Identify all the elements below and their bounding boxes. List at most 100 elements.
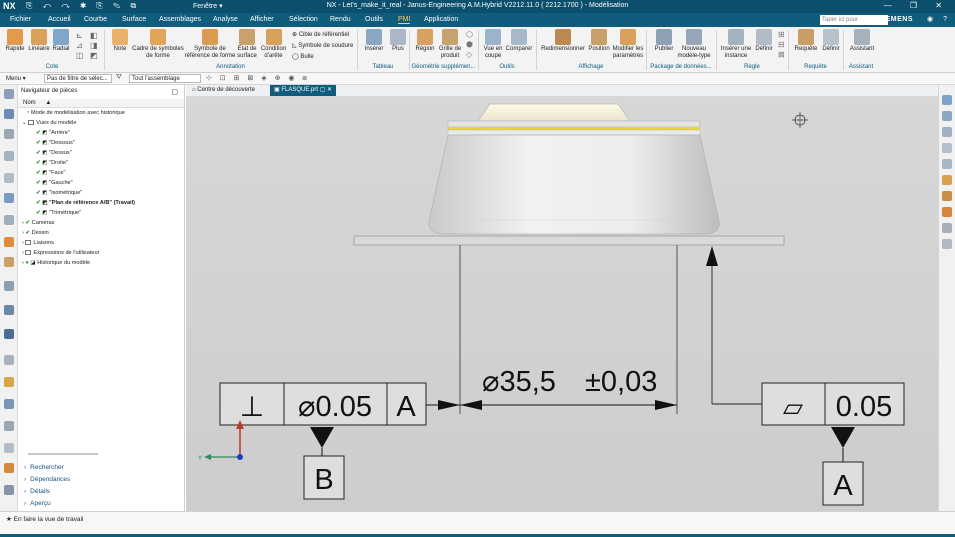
filter-icon[interactable]: ⛛	[116, 74, 125, 82]
tree-item-history[interactable]: › ● ◪ Historique du modèle	[22, 260, 90, 266]
balloon-button[interactable]: ◯ Bulle	[292, 53, 314, 60]
analysis-icon[interactable]	[4, 377, 14, 387]
position-button[interactable]: Position	[587, 29, 611, 53]
cote-small-icons[interactable]: ⊾ ⊿ ◫	[76, 31, 84, 61]
tab-flasque[interactable]: ▣ FLASQUE.prt ▢ ✕	[270, 85, 337, 96]
tab-selection[interactable]: Sélection	[289, 16, 318, 23]
new-template-button[interactable]: Nouveau modèle-type	[677, 29, 711, 60]
process-studio-icon[interactable]	[4, 257, 14, 267]
assembly-navigator-icon[interactable]	[4, 129, 14, 139]
tab-application[interactable]: Application	[424, 16, 458, 23]
menu-icon[interactable]	[4, 89, 14, 99]
define-query-button[interactable]: Définir	[820, 29, 842, 53]
datum-target-button[interactable]: ⊕ Cible de référentiel	[292, 31, 349, 38]
snap-toolbar-icons[interactable]: ⊹ ⊡ ⊞ ⊠ ◈ ⊕ ◉ ⧈	[206, 74, 310, 83]
edges-icon[interactable]	[942, 207, 952, 217]
column-header-nom[interactable]: Nom ▲	[18, 99, 184, 108]
diameter-dimension[interactable]: ⌀35,5 ±0,03	[459, 245, 678, 414]
assistant-button[interactable]: Assistant	[848, 29, 876, 53]
window-controls[interactable]: — ❐ ✕	[884, 1, 950, 10]
tab-accueil[interactable]: Accueil	[48, 16, 71, 23]
weld-symbol-button[interactable]: ◺ Symbole de soudure	[292, 42, 353, 49]
tree-item-dessous[interactable]: ✔ ◩ "Dessous"	[36, 140, 75, 146]
tree-item-arriere[interactable]: ✔ ◩ "Arrière"	[36, 130, 70, 136]
tab-afficher[interactable]: Afficher	[250, 16, 274, 23]
note-button[interactable]: Note	[108, 29, 132, 53]
product-grid-button[interactable]: Grille de produit	[437, 29, 463, 60]
help-icons[interactable]: ◉ ?	[927, 15, 951, 23]
tree-item-history-mode[interactable]: ◔ Mode de modélisation avec historique	[26, 110, 125, 116]
panel-apercu[interactable]: Aperçu	[24, 500, 51, 507]
surface-finish-button[interactable]: Etat de surface	[236, 29, 258, 60]
maximize-icon[interactable]: ▢	[171, 88, 178, 96]
menu-button[interactable]: Menu ▾	[6, 75, 26, 82]
tree-item-isometrique[interactable]: ✔ ◩ "Isométrique"	[36, 190, 82, 196]
edge-condition-button[interactable]: Condition d'arête	[259, 29, 288, 60]
edit-settings-button[interactable]: Modifier les paramètres	[612, 29, 644, 60]
tab-pmi[interactable]: PMI	[398, 16, 411, 24]
radial-button[interactable]: Radial	[51, 29, 71, 53]
tree-item-trimetrique[interactable]: ✔ ◩ "Trimétrique"	[36, 210, 81, 216]
tab-courbe[interactable]: Courbe	[84, 16, 107, 23]
tree-item-dessus[interactable]: ✔ ◩ "Dessus"	[36, 150, 72, 156]
feature-icon[interactable]	[4, 463, 14, 473]
zoom-icon[interactable]	[942, 127, 952, 137]
panel-details[interactable]: Détails	[24, 488, 50, 495]
web-browser-icon[interactable]	[4, 215, 14, 225]
compare-button[interactable]: Comparer	[505, 29, 533, 53]
tree-item-plan-reference[interactable]: ✔ ◩ "Plan de référence A/B" (Travail)	[36, 200, 135, 206]
tree-item-dessin[interactable]: › ✔ Dessin	[22, 230, 49, 236]
insert-table-button[interactable]: Insérer	[362, 29, 386, 53]
tree-item-droite[interactable]: ✔ ◩ "Droite"	[36, 160, 68, 166]
section-view-button[interactable]: Vue en coupe	[482, 29, 504, 60]
shaded-icon[interactable]	[942, 191, 952, 201]
part-navigator-icon[interactable]	[4, 109, 14, 119]
fcf-button[interactable]: Cadre de symboles de forme	[132, 29, 184, 60]
part-flasque[interactable]	[353, 103, 785, 246]
insert-instance-button[interactable]: Insérer une instance	[720, 29, 752, 60]
linear-button[interactable]: Linéaire	[27, 29, 51, 53]
region-button[interactable]: Région	[413, 29, 437, 53]
graphics-window[interactable]: ⌀35,5 ±0,03 ⊥ ⌀0.05 A B ▱ 0.05 A Y	[186, 96, 938, 511]
more-button[interactable]: Plus	[388, 29, 408, 53]
tree-item-face[interactable]: ✔ ◩ "Face"	[36, 170, 66, 176]
history-icon[interactable]	[4, 237, 14, 247]
layers-icon[interactable]	[942, 239, 952, 249]
tree-item-gauche[interactable]: ✔ ◩ "Gauche"	[36, 180, 73, 186]
tab-analyse[interactable]: Analyse	[213, 16, 238, 23]
hd3d-tools-icon[interactable]	[4, 193, 14, 203]
system-materials-icon[interactable]	[4, 281, 14, 291]
fit-view-icon[interactable]	[942, 111, 952, 121]
chart-icon[interactable]	[4, 399, 14, 409]
tab-fichier[interactable]: Fichier	[10, 16, 31, 23]
reuse-library-icon[interactable]	[4, 173, 14, 183]
selection-filter-select[interactable]: Pas de filtre de sélec...	[44, 74, 112, 83]
render-style-icon[interactable]	[942, 175, 952, 185]
tree-item-model-views[interactable]: ⌄ Vues du modèle	[22, 120, 76, 126]
palette-icon[interactable]	[4, 329, 14, 339]
hide-icon[interactable]	[942, 223, 952, 233]
define-rule-button[interactable]: Définir	[753, 29, 775, 53]
tab-outils[interactable]: Outils	[365, 16, 383, 23]
view-orient-icon[interactable]	[942, 95, 952, 105]
clock-icon[interactable]	[4, 355, 14, 365]
resize-button[interactable]: Redimensionner	[540, 29, 586, 53]
scope-select[interactable]: Tout l'assemblage	[129, 74, 201, 83]
tab-discovery-center[interactable]: ⌂ Centre de découverte	[188, 85, 259, 96]
layer-icon[interactable]	[4, 443, 14, 453]
page-icon[interactable]	[942, 143, 952, 153]
fcf-flatness[interactable]: ▱ 0.05 A	[706, 246, 905, 506]
tree-item-liaisons[interactable]: › Liaisons	[22, 240, 54, 246]
tab-surface[interactable]: Surface	[122, 16, 146, 23]
cote-small-icons-2[interactable]: ◧ ◨ ◩	[90, 31, 98, 61]
roles-icon[interactable]	[4, 305, 14, 315]
rule-small-icons[interactable]: ⊞ ⊟ ⊠	[778, 30, 785, 60]
tab-rendu[interactable]: Rendu	[330, 16, 351, 23]
rotate-icon[interactable]	[942, 159, 952, 169]
horizontal-scrollbar[interactable]	[28, 453, 98, 455]
constraint-navigator-icon[interactable]	[4, 151, 14, 161]
settings-icon[interactable]	[4, 421, 14, 431]
tab-assemblages[interactable]: Assemblages	[159, 16, 201, 23]
datum-symbol-button[interactable]: Symbole de référence de forme	[184, 29, 236, 60]
panel-dependances[interactable]: Dépendances	[24, 476, 70, 483]
